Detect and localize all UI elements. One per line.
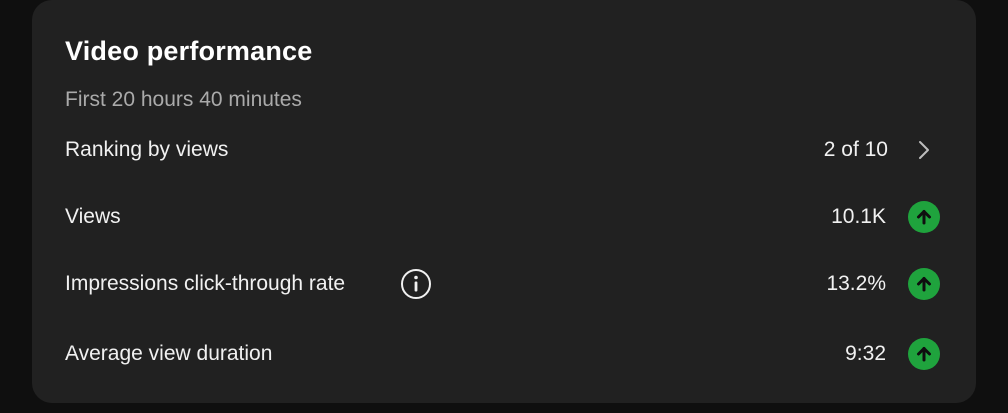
metric-row-ctr: Impressions click-through rate 13.2%: [32, 264, 976, 304]
chevron-right-icon[interactable]: [914, 138, 934, 162]
card-subtitle: First 20 hours 40 minutes: [65, 88, 302, 111]
video-performance-card: Video performance First 20 hours 40 minu…: [32, 0, 976, 403]
info-icon[interactable]: [400, 268, 432, 300]
arrow-up-icon: [908, 268, 940, 300]
metric-row-avg-view-duration: Average view duration 9:32: [32, 334, 976, 374]
ranking-row[interactable]: Ranking by views 2 of 10: [32, 130, 976, 170]
metric-label: Impressions click-through rate: [65, 272, 346, 295]
metric-value: 10.1K: [831, 205, 886, 228]
ranking-value: 2 of 10: [823, 138, 888, 161]
metric-value: 9:32: [845, 342, 886, 365]
metric-label: Views: [65, 205, 121, 228]
metric-value: 13.2%: [826, 272, 886, 295]
arrow-up-icon: [908, 201, 940, 233]
metric-row-views: Views 10.1K: [32, 197, 976, 237]
arrow-up-icon: [908, 338, 940, 370]
ranking-label: Ranking by views: [65, 138, 229, 161]
card-title: Video performance: [65, 36, 313, 66]
metric-label: Average view duration: [65, 342, 273, 365]
